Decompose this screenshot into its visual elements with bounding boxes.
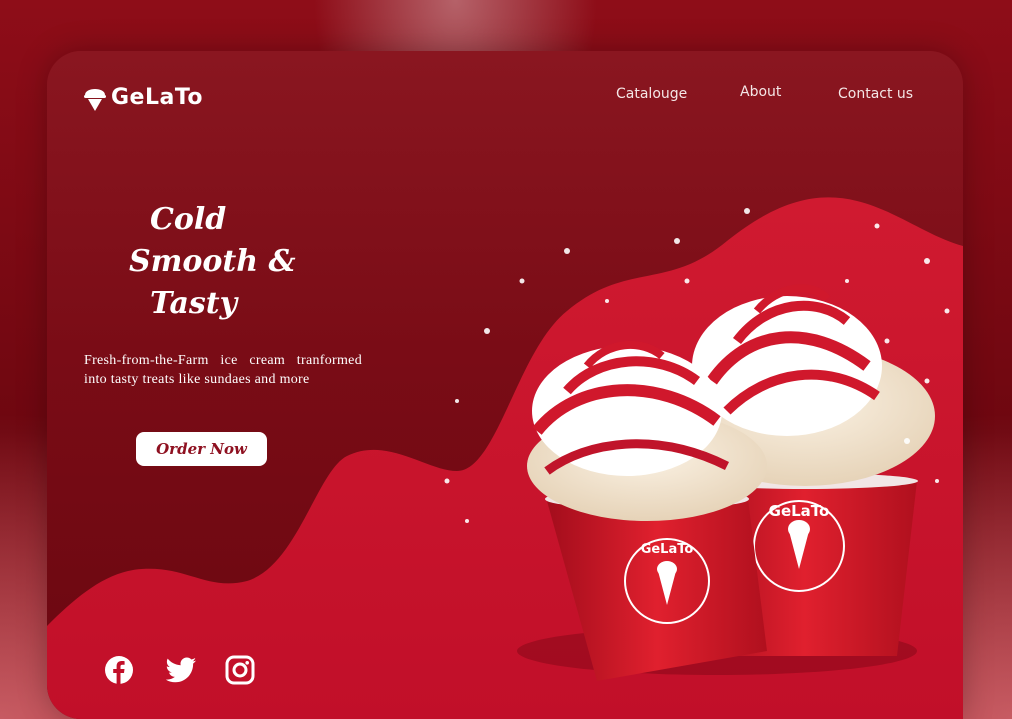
svg-text:GeLaTo: GeLaTo [769,502,830,520]
hero-description: Fresh-from-the-Farm ice cream tranformed… [84,353,362,387]
twitter-icon[interactable] [166,657,196,683]
landing-card: GeLaTo Catalouge About Contact us Cold S… [47,51,963,719]
headline-line-2: Smooth & [129,244,296,279]
order-now-button[interactable]: Order Now [136,432,267,466]
headline-line-1: Cold [150,202,227,237]
brand-name: GeLaTo [111,84,204,110]
facebook-icon[interactable] [104,655,134,685]
hero-headline: Cold Smooth & Tasty [127,199,296,325]
nav-catalogue[interactable]: Catalouge [616,86,687,102]
svg-text:GeLaTo: GeLaTo [641,542,694,557]
nav-contact[interactable]: Contact us [838,86,913,102]
instagram-icon[interactable] [225,655,255,685]
headline-line-3: Tasty [150,286,238,321]
ice-cream-icon [84,89,106,111]
nav-about[interactable]: About [740,84,781,100]
brand-logo[interactable]: GeLaTo [83,83,203,111]
gelato-cups-image: GeLaTo GeLaTo [444,208,950,681]
